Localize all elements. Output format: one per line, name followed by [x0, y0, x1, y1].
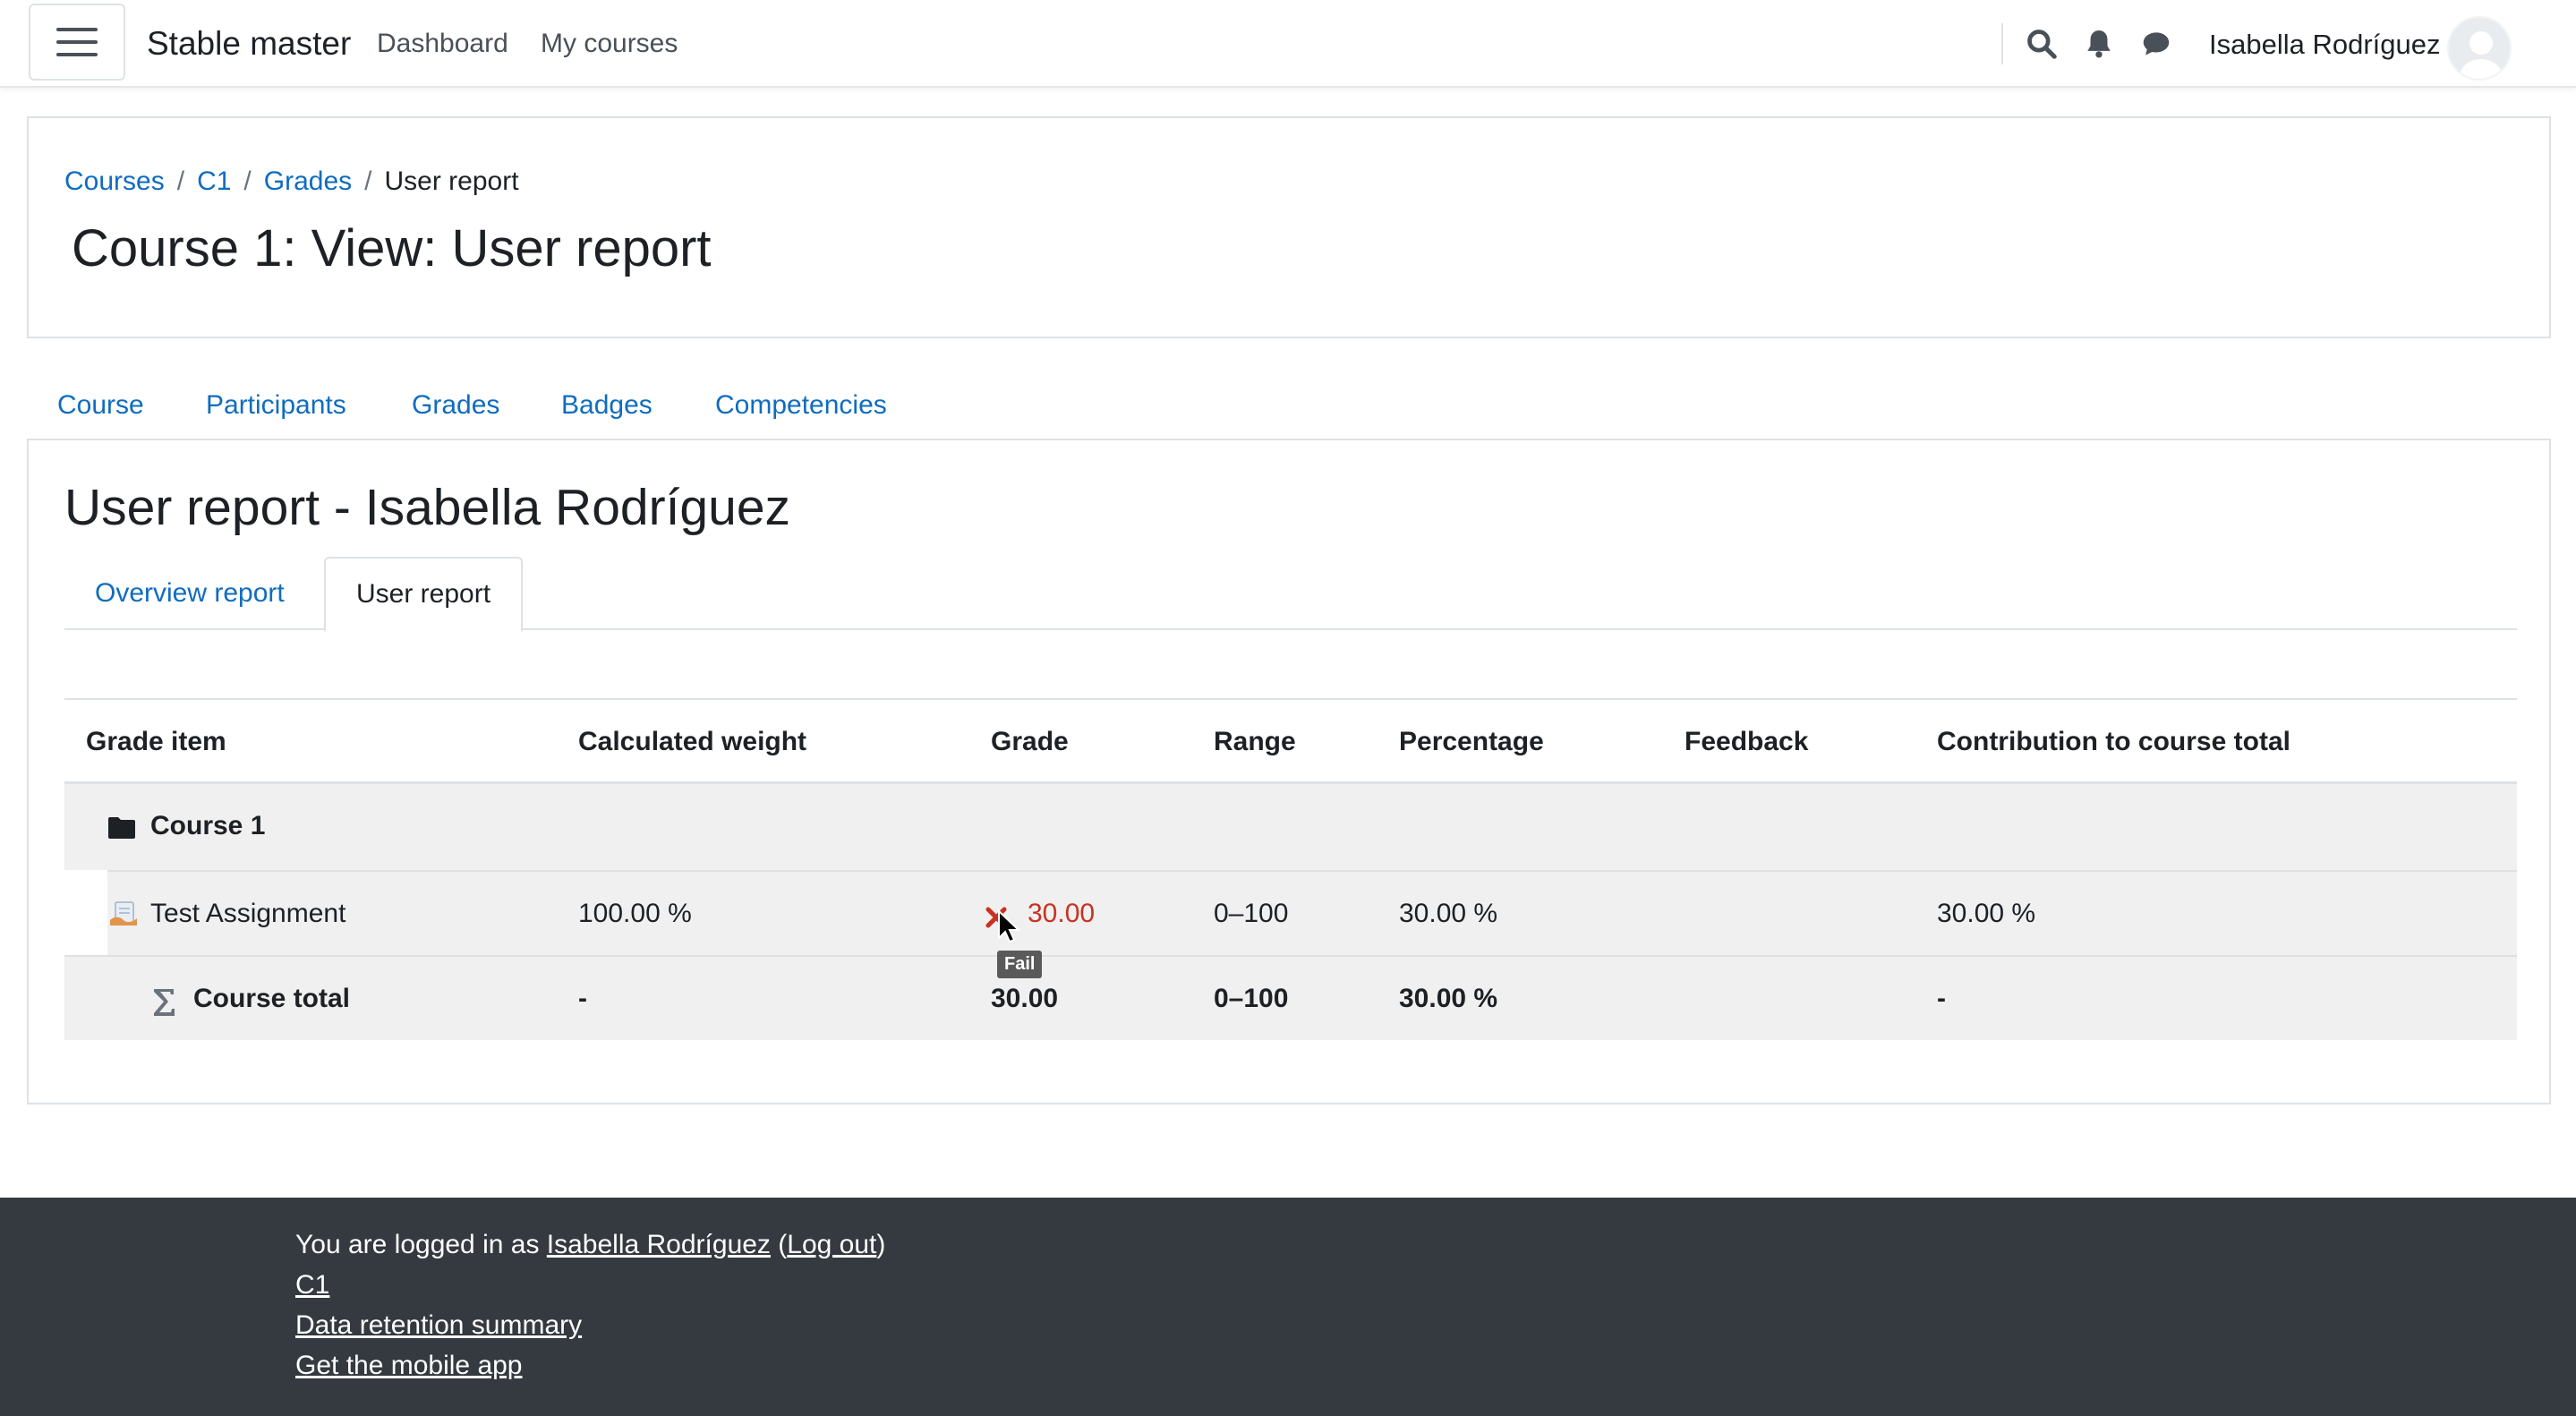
item-contribution: 30.00 % [1937, 899, 2036, 928]
item-grade: 30.00 [1028, 899, 1096, 928]
user-menu-name[interactable]: Isabella Rodríguez [2209, 29, 2441, 61]
report-subtabs: Overview report User report [64, 557, 2517, 632]
logged-in-info: You are logged in as Isabella Rodríguez … [295, 1230, 885, 1260]
total-weight: - [578, 984, 587, 1013]
logout-open-paren: ( [770, 1230, 788, 1259]
search-icon[interactable] [2025, 27, 2059, 61]
nav-link-my-courses[interactable]: My courses [541, 29, 678, 59]
folder-icon [108, 817, 135, 839]
col-grade: Grade [991, 727, 1069, 756]
total-percentage: 30.00 % [1399, 984, 1498, 1013]
item-range: 0–100 [1214, 899, 1289, 928]
assignment-icon [110, 901, 137, 926]
tab-course[interactable]: Course [57, 390, 144, 421]
hamburger-icon-bar [56, 53, 98, 56]
page-header: Courses / C1 / Grades / User report Course 1: … [27, 116, 2551, 338]
tab-participants[interactable]: Participants [206, 390, 346, 421]
logged-in-prefix: You are logged in as [295, 1230, 547, 1259]
page-footer: You are logged in as Isabella Rodríguez … [0, 1198, 2576, 1416]
col-grade-item: Grade item [86, 727, 226, 756]
page-title: Course 1: View: User report [72, 219, 712, 277]
nav-divider [2001, 23, 2003, 64]
tab-user-report[interactable]: User report [324, 557, 524, 632]
user-avatar-icon [2460, 31, 2503, 79]
bell-icon[interactable] [2082, 27, 2116, 61]
col-feedback: Feedback [1685, 727, 1809, 756]
footer-link-mobile-app[interactable]: Get the mobile app [295, 1351, 523, 1381]
breadcrumb-separator: / [364, 166, 372, 196]
avatar[interactable] [2447, 16, 2512, 81]
item-percentage: 30.00 % [1399, 899, 1498, 928]
table-header: Grade item Calculated weight Grade Range… [64, 698, 2517, 784]
col-percentage: Percentage [1399, 727, 1544, 756]
report-heading: User report - Isabella Rodríguez [64, 479, 791, 536]
breadcrumb-grades[interactable]: Grades [264, 166, 352, 196]
footer-user-link[interactable]: Isabella Rodríguez [547, 1230, 771, 1259]
logout-close-paren: ) [876, 1230, 886, 1259]
table-row-total: Course total - 30.00 0–100 30.00 % - [64, 955, 2517, 1040]
fail-tooltip: Fail [997, 951, 1043, 978]
breadcrumb-courses[interactable]: Courses [64, 166, 165, 196]
grade-item-link[interactable]: Test Assignment [150, 899, 345, 929]
mouse-cursor-icon [998, 909, 1020, 943]
item-weight: 100.00 % [578, 899, 692, 928]
tab-competencies[interactable]: Competencies [715, 390, 887, 421]
grade-table: Grade item Calculated weight Grade Range… [64, 698, 2517, 1040]
category-name: Course 1 [150, 811, 266, 840]
col-range: Range [1214, 727, 1296, 756]
table-row-category: Course 1 [64, 784, 2517, 870]
tab-badges[interactable]: Badges [561, 390, 653, 421]
menu-toggle-button[interactable] [29, 4, 125, 81]
nav-link-dashboard[interactable]: Dashboard [377, 29, 508, 59]
col-contribution: Contribution to course total [1937, 727, 2290, 756]
footer-link-c1[interactable]: C1 [295, 1270, 329, 1301]
site-brand[interactable]: Stable master [147, 25, 351, 63]
logout-link[interactable]: Log out [787, 1230, 876, 1259]
hamburger-icon-bar [56, 28, 98, 31]
breadcrumb-c1[interactable]: C1 [197, 166, 231, 196]
breadcrumb: Courses / C1 / Grades / User report [64, 166, 519, 197]
footer-link-data-retention[interactable]: Data retention summary [295, 1310, 582, 1341]
hamburger-icon-bar [56, 40, 98, 44]
tab-grades[interactable]: Grades [412, 390, 499, 421]
main-content: User report - Isabella Rodríguez Overvie… [27, 439, 2551, 1105]
total-name: Course total [193, 984, 351, 1013]
chat-icon[interactable] [2139, 27, 2173, 61]
top-navbar: Stable master Dashboard My courses Isabe… [0, 0, 2576, 88]
tab-overview-report[interactable]: Overview report [64, 557, 315, 630]
total-range: 0–100 [1214, 984, 1289, 1013]
total-contribution: - [1937, 984, 1946, 1013]
col-calculated-weight: Calculated weight [578, 727, 807, 756]
table-row-item: Test Assignment 100.00 % 30.00 0–100 30.… [107, 870, 2517, 955]
breadcrumb-current: User report [384, 166, 519, 196]
sigma-icon [154, 989, 175, 1016]
breadcrumb-separator: / [243, 166, 252, 196]
total-grade: 30.00 [991, 984, 1059, 1013]
breadcrumb-separator: / [176, 166, 185, 196]
